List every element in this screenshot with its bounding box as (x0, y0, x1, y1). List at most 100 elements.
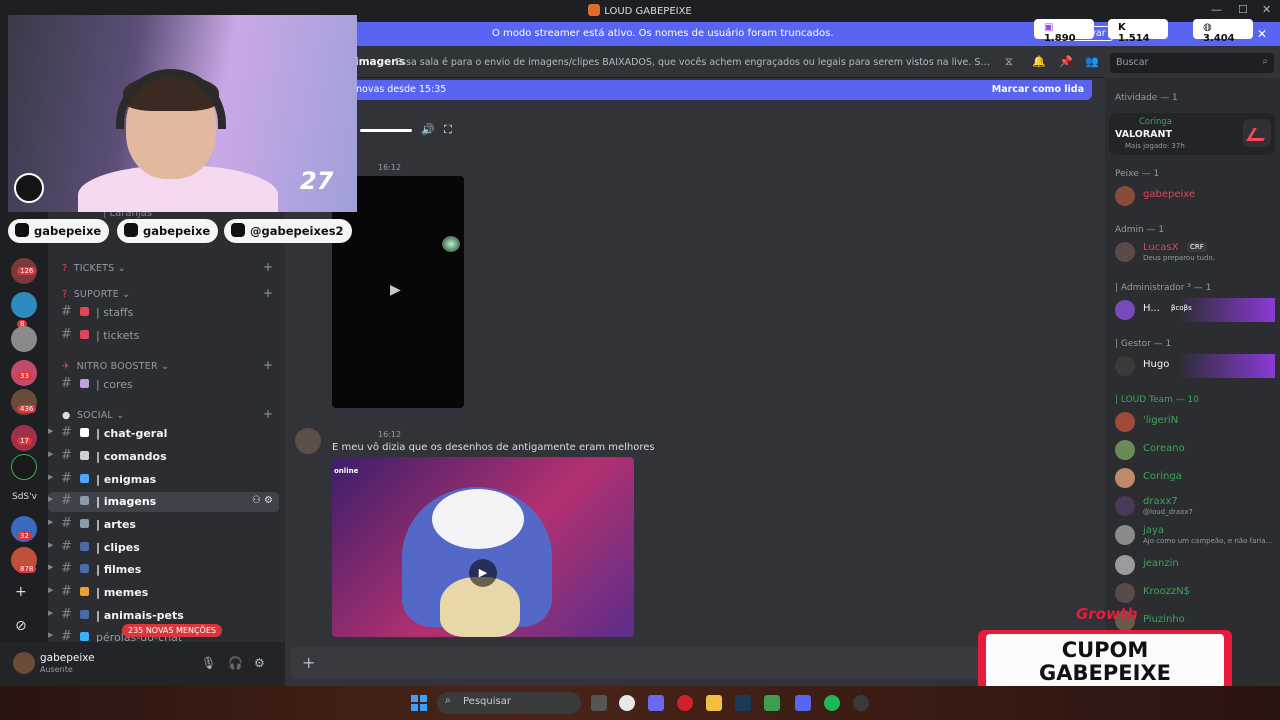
server-folder-label[interactable]: SdS'v (12, 492, 37, 502)
create-channel-icon[interactable]: + (263, 286, 273, 300)
play-icon[interactable]: ▶ (469, 559, 497, 587)
channel-chat-geral[interactable]: ▶ # | chat-geral (48, 424, 279, 444)
channel-topic[interactable]: Essa sala é para o envio de imagens/clip… (395, 57, 995, 68)
discord-icon[interactable] (795, 695, 811, 711)
channel-tickets[interactable]: # | tickets (48, 326, 279, 346)
member-item[interactable]: jeanzin (1113, 553, 1275, 577)
channel-staffs[interactable]: # | staffs (48, 303, 279, 323)
channel-imagens[interactable]: ▶ # | imagens ⚇ ⚙ (48, 492, 279, 512)
server-badge: 436 (17, 405, 37, 413)
taskbar-search[interactable]: ⌕ Pesquisar (437, 692, 581, 714)
spotify-icon[interactable] (824, 695, 840, 711)
category-social[interactable]: ● SOCIAL ⌄ (62, 410, 124, 421)
server-icon[interactable] (11, 292, 37, 318)
avatar (1115, 496, 1135, 516)
channel-clipes[interactable]: ▶ # | clipes (48, 538, 279, 558)
category-tickets[interactable]: ? TICKETS ⌄ (62, 263, 126, 274)
app-icon[interactable] (853, 695, 869, 711)
channel-cores[interactable]: # | cores (48, 375, 279, 395)
channel-emoji-icon (80, 564, 89, 573)
coupon-line1: CUPOM (1061, 638, 1149, 662)
member-group-header: Peixe — 1 (1115, 169, 1160, 179)
member-item[interactable]: gabepeixe (1113, 184, 1275, 208)
user-name[interactable]: gabepeixe (40, 652, 95, 664)
create-channel-icon[interactable]: + (263, 358, 273, 372)
category-suporte[interactable]: ? SUPORTE ⌄ (62, 289, 130, 300)
member-list-icon[interactable]: 👥 (1085, 55, 1099, 68)
volume-slider[interactable] (360, 129, 412, 132)
minimize-icon[interactable]: — (1211, 3, 1222, 16)
channel-filmes[interactable]: ▶ # | filmes (48, 560, 279, 580)
server-icon[interactable] (11, 454, 37, 480)
channel-settings-icons[interactable]: ⚇ ⚙ (252, 495, 273, 506)
channel-enigmas[interactable]: ▶ # | enigmas (48, 470, 279, 490)
avatar (1115, 300, 1135, 320)
fullscreen-icon[interactable]: ⛶ (444, 123, 452, 137)
unread-arrow-icon: ▶ (48, 609, 54, 617)
task-view-icon[interactable] (591, 695, 607, 711)
server-icon[interactable] (11, 326, 37, 352)
microphone-icon[interactable]: 🎙 (201, 656, 216, 670)
avatar (1115, 468, 1135, 488)
channel-emoji-icon (80, 587, 89, 596)
channel-emoji-icon (80, 632, 89, 641)
settings-gear-icon[interactable]: ⚙ (254, 656, 265, 670)
member-item[interactable]: 'ligeriN (1113, 410, 1275, 434)
threads-icon[interactable]: ⧖ (1005, 55, 1013, 69)
play-icon[interactable]: ▶ (390, 282, 401, 298)
new-messages-bar[interactable]: novas desde 15:35 Marcar como lida (340, 80, 1092, 100)
category-nitro-booster[interactable]: ✈ NITRO BOOSTER ⌄ (62, 361, 169, 372)
activity-user: Coringa (1139, 117, 1172, 127)
member-item[interactable]: KroozzN$ (1113, 581, 1275, 605)
mark-as-read-button[interactable]: Marcar como lida (992, 84, 1084, 95)
steam-icon[interactable] (735, 695, 751, 711)
channel-artes[interactable]: ▶ # | artes (48, 515, 279, 535)
headset-icon (116, 69, 226, 129)
opera-icon[interactable] (677, 695, 693, 711)
kick-icon: K (1118, 22, 1126, 33)
channel-emoji-icon (80, 542, 89, 551)
app-icon[interactable] (764, 695, 780, 711)
close-notice-icon[interactable]: ✕ (1257, 27, 1267, 41)
volume-icon[interactable]: 🔊 (421, 123, 435, 136)
copilot-icon[interactable] (648, 695, 664, 711)
server-badge: 17 (17, 437, 32, 445)
member-item[interactable]: LucasX CRF Deus preparou tudo. (1113, 240, 1275, 264)
social-handle: gabepeixe (117, 219, 219, 243)
new-messages-since: novas desde 15:35 (356, 84, 447, 95)
create-channel-icon[interactable]: + (263, 260, 273, 274)
hash-icon: # (61, 448, 72, 463)
add-attachment-icon[interactable]: + (302, 653, 315, 672)
windows-taskbar: ⌕ Pesquisar (0, 686, 1280, 720)
channel-animais-pets[interactable]: ▶ # | animais-pets (48, 606, 279, 626)
close-window-icon[interactable]: ✕ (1262, 3, 1271, 16)
create-channel-icon[interactable]: + (263, 407, 273, 421)
avatar[interactable] (295, 428, 321, 454)
member-item[interactable]: Hugo (1113, 354, 1275, 378)
headphones-icon[interactable]: 🎧 (228, 656, 243, 670)
member-item[interactable]: jaya Ajo como um campeão, e não faria... (1113, 523, 1275, 547)
hash-icon: # (61, 607, 72, 622)
add-server-icon[interactable]: + (15, 584, 27, 600)
gif-attachment[interactable]: online ▶ (332, 457, 634, 637)
activity-card[interactable]: Coringa VALORANT Mais jogado: 37h (1109, 113, 1275, 155)
member-item[interactable]: Coringa (1113, 466, 1275, 490)
member-item[interactable]: Coreano (1113, 438, 1275, 462)
search-input[interactable]: Buscar ⌕ (1110, 53, 1274, 73)
windows-start-icon[interactable] (411, 695, 427, 711)
member-item[interactable]: draxx7 @loud_draxx7 (1113, 494, 1275, 518)
pinned-messages-icon[interactable]: 📌 (1059, 55, 1073, 68)
message-timestamp: 16:12 (378, 430, 402, 439)
notification-bell-icon[interactable]: 🔔 (1032, 55, 1046, 68)
app-icon[interactable] (619, 695, 635, 711)
avatar[interactable] (13, 652, 35, 674)
maximize-icon[interactable]: ☐ (1238, 3, 1248, 16)
file-explorer-icon[interactable] (706, 695, 722, 711)
member-group-header: | Administrador ³ — 1 (1115, 283, 1212, 293)
member-item[interactable]: H... βcoβs (1113, 298, 1275, 322)
social-handle: @gabepeixes2 (224, 219, 352, 243)
channel-memes[interactable]: ▶ # | memes (48, 583, 279, 603)
channel-comandos[interactable]: ▶ # | comandos (48, 447, 279, 467)
new-mentions-pill[interactable]: 235 NOVAS MENÇÕES (122, 624, 222, 637)
explore-servers-icon[interactable]: ⊘ (15, 618, 27, 634)
